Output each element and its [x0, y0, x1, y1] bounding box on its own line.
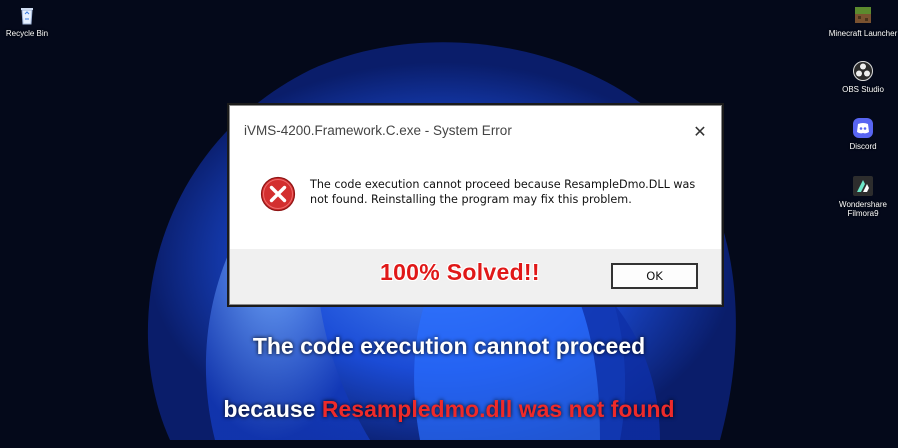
- desktop-icon-label: OBS Studio: [842, 85, 884, 94]
- error-message: The code execution cannot proceed becaus…: [310, 178, 696, 206]
- desktop-icon-obs[interactable]: OBS Studio: [828, 60, 898, 94]
- ok-button[interactable]: OK: [611, 263, 698, 289]
- solved-banner: 100% Solved!!: [380, 259, 540, 285]
- desktop-icon-filmora[interactable]: Wondershare Filmora9: [828, 175, 898, 218]
- caption-highlight: Resampledmo.dll was not found: [321, 396, 675, 422]
- desktop-icon-label: Discord: [849, 142, 877, 151]
- filmora-icon: [852, 175, 874, 197]
- desktop-icon-label: Minecraft Launcher: [828, 29, 898, 38]
- dialog-footer: 100% Solved!! OK: [230, 249, 721, 304]
- discord-icon: [852, 117, 874, 139]
- desktop-icon-discord[interactable]: Discord: [828, 117, 898, 151]
- error-icon: [260, 176, 296, 212]
- recycle-bin-icon: [16, 4, 38, 26]
- system-error-dialog: iVMS-4200.Framework.C.exe - System Error…: [229, 105, 722, 305]
- desktop-icon-recycle-bin[interactable]: Recycle Bin: [0, 4, 62, 38]
- desktop-icon-minecraft[interactable]: Minecraft Launcher: [828, 4, 898, 38]
- desktop-icon-label: Wondershare Filmora9: [839, 200, 887, 218]
- caption-line-1: The code execution cannot proceed: [252, 333, 646, 359]
- caption-prefix: because: [223, 396, 322, 422]
- dialog-title: iVMS-4200.Framework.C.exe - System Error: [244, 123, 512, 138]
- minecraft-icon: [852, 4, 874, 26]
- close-icon: ✕: [693, 121, 707, 141]
- desktop-icon-label: Recycle Bin: [5, 29, 49, 38]
- obs-icon: [852, 60, 874, 82]
- caption-line-2: because Resampledmo.dll was not found: [0, 396, 898, 423]
- close-button[interactable]: ✕: [689, 120, 711, 142]
